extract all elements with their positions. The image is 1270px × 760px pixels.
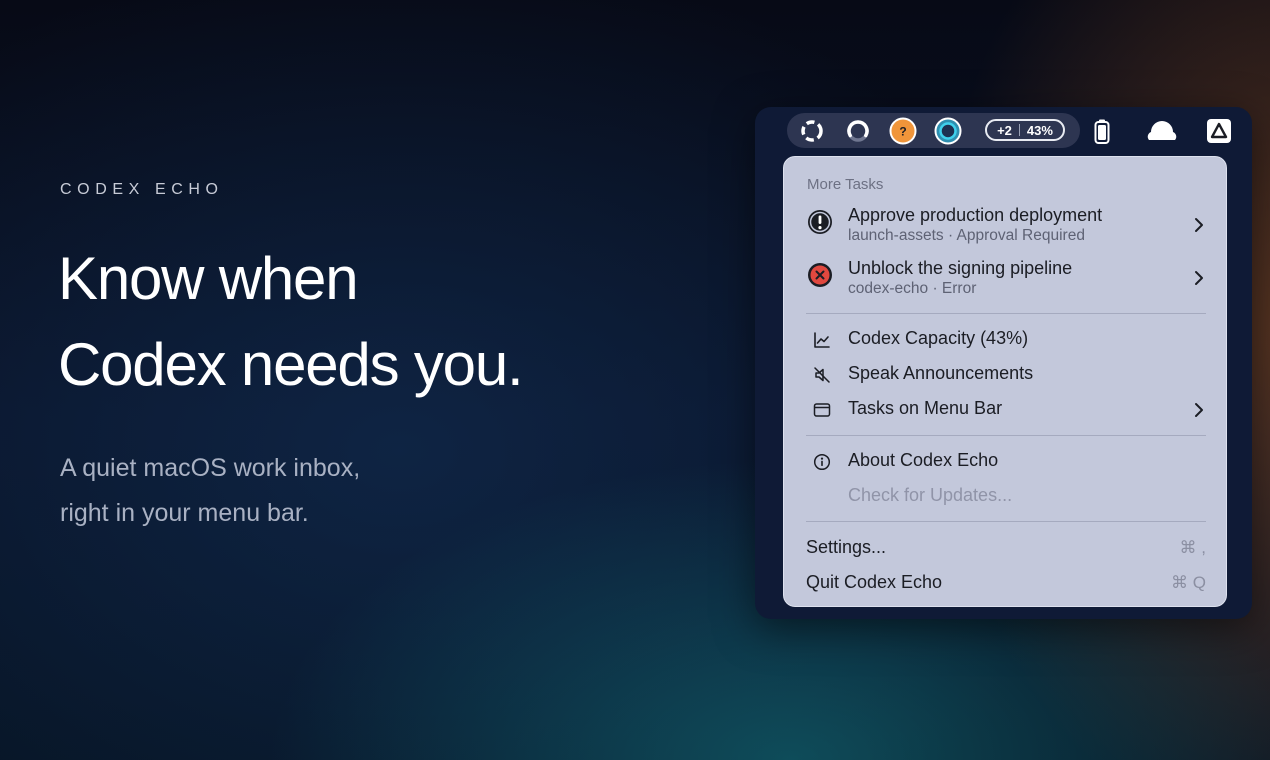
keyboard-shortcut: ⌘ , — [1179, 538, 1206, 557]
question-badge-icon[interactable]: ? — [889, 117, 917, 145]
task-count-pill[interactable]: +2 43% — [985, 119, 1065, 141]
subline-line-2: right in your menu bar. — [60, 499, 309, 527]
error-x-circle-icon — [808, 263, 832, 287]
info-circle-icon — [813, 453, 831, 471]
speaker-muted-icon — [814, 367, 830, 383]
menubar-window-icon — [813, 403, 831, 417]
tasks-dropdown-menu: More Tasks Approve production deployment… — [783, 156, 1227, 607]
task-row-approve-deployment[interactable]: Approve production deployment launch-ass… — [806, 205, 1206, 253]
subline-line-1: A quiet macOS work inbox, — [60, 454, 361, 482]
chevron-right-icon — [1195, 403, 1203, 417]
task-subtitle: launch-assets · Approval Required — [848, 227, 1085, 244]
menu-item-label: Tasks on Menu Bar — [848, 398, 1003, 418]
spinner-arc-icon[interactable] — [844, 117, 872, 145]
menu-item-tasks-on-menu-bar[interactable]: Tasks on Menu Bar — [806, 395, 1206, 425]
menu-item-label: Speak Announcements — [848, 363, 1034, 383]
keyboard-shortcut: ⌘ Q — [1171, 573, 1206, 592]
menu-item-settings[interactable]: Settings... ⌘ , — [806, 534, 1206, 564]
question-badge-text: ? — [899, 125, 906, 139]
triangle-logo-icon[interactable] — [1206, 118, 1232, 144]
section-title-more-tasks: More Tasks — [807, 176, 884, 193]
menu-item-check-updates: Check for Updates... — [806, 482, 1206, 512]
task-title: Unblock the signing pipeline — [848, 258, 1073, 278]
exclamation-circle-icon — [808, 210, 832, 234]
task-row-unblock-signing[interactable]: Unblock the signing pipeline codex-echo … — [806, 258, 1206, 306]
battery-icon[interactable] — [1088, 117, 1116, 145]
menu-divider — [806, 435, 1206, 436]
hero-subline: A quiet macOS work inbox, right in your … — [60, 446, 360, 536]
active-ring-icon[interactable] — [934, 117, 962, 145]
menu-item-codex-capacity[interactable]: Codex Capacity (43%) — [806, 325, 1206, 355]
menu-item-label: Quit Codex Echo — [806, 572, 943, 592]
headline-line-2: Codex needs you. — [58, 331, 524, 398]
menu-divider — [806, 521, 1206, 522]
task-title: Approve production deployment — [848, 205, 1103, 225]
brand-eyebrow: CODEX ECHO — [60, 181, 224, 198]
line-chart-icon — [814, 332, 830, 348]
menu-item-label: About Codex Echo — [848, 450, 999, 470]
task-subtitle: codex-echo · Error — [848, 280, 977, 297]
menu-item-label: Codex Capacity (43%) — [848, 328, 1029, 348]
menu-item-label: Check for Updates... — [848, 485, 1013, 505]
chevron-right-icon — [1195, 218, 1203, 232]
spinner-segmented-icon[interactable] — [798, 117, 826, 145]
hero-headline: Know when Codex needs you. — [58, 236, 524, 408]
menu-item-about[interactable]: About Codex Echo — [806, 447, 1206, 477]
menu-item-label: Settings... — [806, 537, 887, 557]
cloud-icon[interactable] — [1146, 117, 1178, 145]
pill-separator — [1018, 124, 1020, 136]
menu-item-quit[interactable]: Quit Codex Echo ⌘ Q — [806, 569, 1206, 599]
menu-item-speak-announcements[interactable]: Speak Announcements — [806, 360, 1206, 390]
pill-count: +2 — [997, 122, 1012, 138]
menu-divider — [806, 313, 1206, 314]
pill-percent: 43% — [1026, 122, 1053, 138]
chevron-right-icon — [1195, 271, 1203, 285]
headline-line-1: Know when — [58, 245, 359, 312]
